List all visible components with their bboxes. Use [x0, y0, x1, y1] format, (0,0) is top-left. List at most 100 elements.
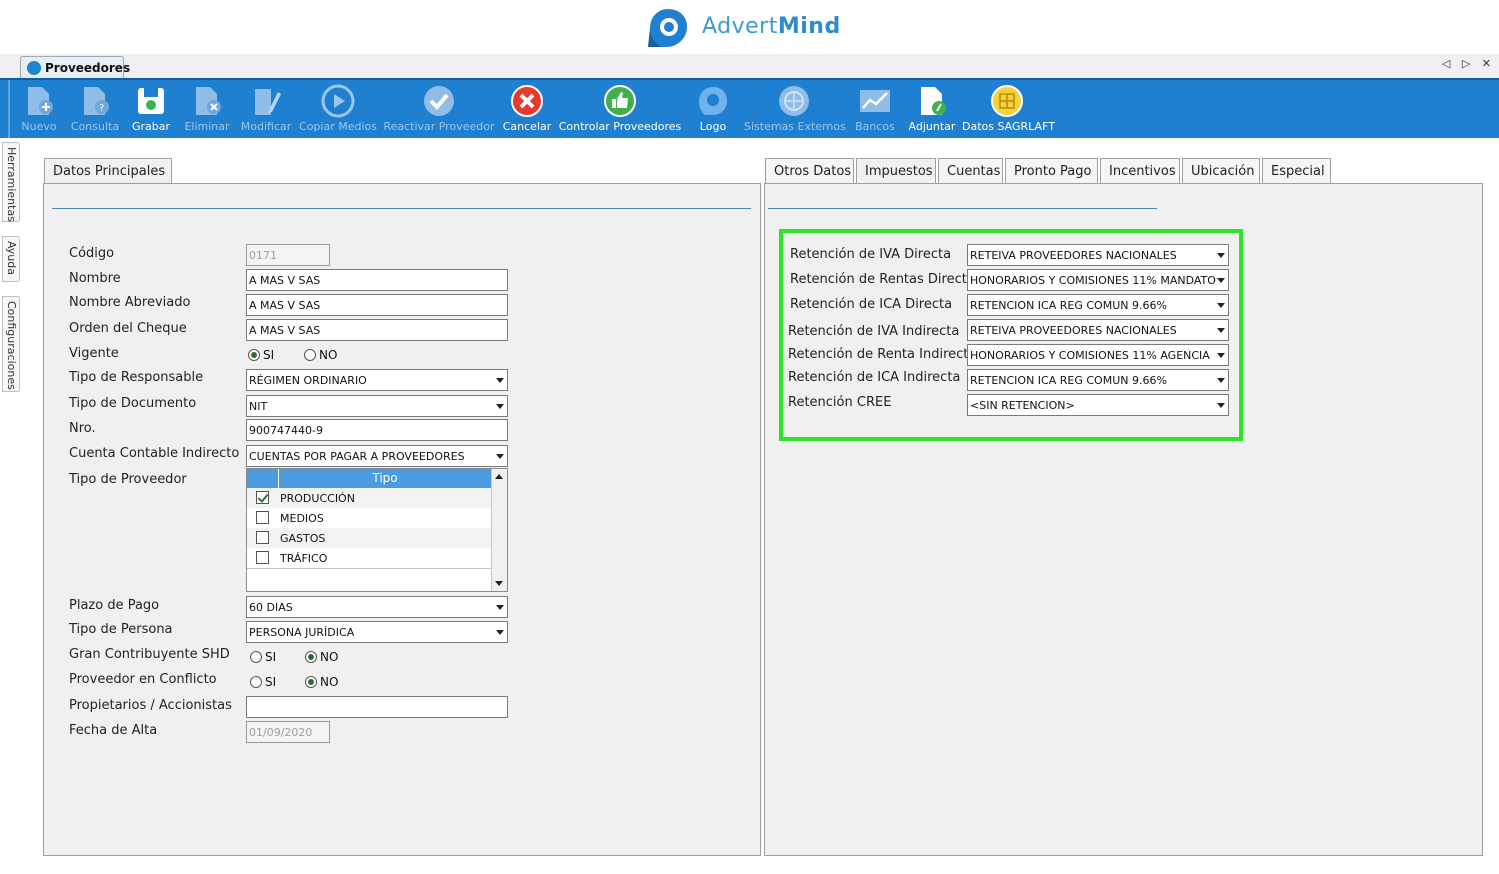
- checkbox[interactable]: [256, 551, 269, 564]
- advertmind-logo-icon: [648, 9, 687, 47]
- chevron-down-icon: [496, 378, 504, 383]
- attach-button[interactable]: Adjuntar: [906, 82, 958, 138]
- chevron-down-icon: [496, 630, 504, 635]
- tipo-persona-select[interactable]: PERSONA JURÍDICA: [246, 621, 508, 643]
- chart-icon: [860, 90, 890, 112]
- proveedor-conflicto-no-radio[interactable]: NO: [305, 675, 338, 689]
- tab-otros-datos[interactable]: Otros Datos: [765, 158, 854, 184]
- gran-contribuyente-si-radio[interactable]: SI: [250, 650, 276, 664]
- cancel-icon: [511, 85, 543, 117]
- consulta-button[interactable]: ? Consulta: [68, 82, 122, 138]
- plazo-pago-select[interactable]: 60 DIAS: [246, 596, 508, 618]
- window-tabstrip: Proveedores ◁ ▷ ✕: [0, 54, 1499, 78]
- label-tipo-proveedor: Tipo de Proveedor: [69, 472, 187, 487]
- tipo-responsable-select[interactable]: RÉGIMEN ORDINARIO: [246, 369, 508, 391]
- retenciones-highlight-box: [779, 229, 1243, 441]
- tipo-proveedor-grid: Tipo PRODUCCIÓN MEDIOS GASTOS TRÁFICO: [246, 468, 508, 592]
- play-icon: [321, 84, 355, 118]
- proveedor-conflicto-si-radio[interactable]: SI: [250, 675, 276, 689]
- window-tab-label: Proveedores: [45, 61, 131, 75]
- sidebar-tab-configuraciones[interactable]: Configuraciones: [2, 296, 20, 392]
- label-nombre-abreviado: Nombre Abreviado: [69, 295, 191, 310]
- grid-column-tipo[interactable]: Tipo: [280, 471, 490, 485]
- right-panel-divider: [768, 208, 1157, 209]
- label-cuenta-contable: Cuenta Contable Indirecto: [69, 446, 240, 461]
- nro-field[interactable]: 900747440-9: [246, 419, 508, 441]
- orden-cheque-field[interactable]: A MAS V SAS: [246, 319, 508, 341]
- checkbox[interactable]: [256, 531, 269, 544]
- checkbox[interactable]: [256, 491, 269, 504]
- label-tipo-responsable: Tipo de Responsable: [69, 370, 204, 385]
- window-controls[interactable]: ◁ ▷ ✕: [1442, 57, 1495, 70]
- sagrlaft-data-button[interactable]: Datos SAGRLAFT: [962, 82, 1055, 138]
- left-panel-divider: [52, 208, 751, 209]
- query-document-icon: ?: [84, 87, 109, 115]
- app-root: AdvertMind Proveedores ◁ ▷ ✕ Nuevo ? Con…: [0, 0, 1499, 874]
- tab-incentivos[interactable]: Incentivos: [1100, 158, 1180, 184]
- table-row[interactable]: TRÁFICO: [247, 548, 491, 568]
- arrow-down-icon: [495, 581, 503, 586]
- label-propietarios: Propietarios / Accionistas: [69, 698, 232, 713]
- label-tipo-persona: Tipo de Persona: [69, 622, 173, 637]
- gran-contribuyente-no-radio[interactable]: NO: [305, 650, 338, 664]
- tab-datos-principales[interactable]: Datos Principales: [44, 158, 172, 184]
- edit-icon: [255, 89, 281, 115]
- tab-pronto-pago[interactable]: Pronto Pago: [1005, 158, 1098, 184]
- window-tab-proveedores[interactable]: Proveedores: [20, 56, 130, 78]
- modify-button[interactable]: Modificar: [238, 82, 294, 138]
- tab-impuestos[interactable]: Impuestos: [856, 158, 936, 184]
- vigente-no-radio[interactable]: NO: [304, 348, 337, 362]
- label-nro: Nro.: [69, 421, 96, 436]
- label-vigente: Vigente: [69, 346, 119, 361]
- globe-icon: [779, 86, 809, 116]
- grid-header: Tipo: [247, 469, 491, 488]
- delete-button[interactable]: Eliminar: [184, 82, 230, 138]
- control-suppliers-button[interactable]: Controlar Proveedores: [558, 82, 682, 138]
- external-systems-button[interactable]: Sistemas Externos: [744, 82, 846, 138]
- brand-header: AdvertMind: [0, 0, 1499, 54]
- codigo-field: 0171: [246, 244, 330, 266]
- cuenta-contable-select[interactable]: CUENTAS POR PAGAR A PROVEEDORES: [246, 445, 508, 467]
- tab-especial[interactable]: Especial: [1262, 158, 1331, 184]
- app-logo-icon: [27, 61, 41, 75]
- reactivate-supplier-button[interactable]: Reactivar Proveedor: [382, 82, 496, 138]
- save-button[interactable]: Grabar: [130, 82, 172, 138]
- main-toolbar: Nuevo ? Consulta Grabar Eliminar Modific…: [0, 78, 1499, 138]
- label-codigo: Código: [69, 246, 115, 261]
- nombre-abreviado-field[interactable]: A MAS V SAS: [246, 294, 508, 316]
- checkbox[interactable]: [256, 511, 269, 524]
- label-orden-cheque: Orden del Cheque: [69, 321, 187, 336]
- brand-name: AdvertMind: [702, 14, 841, 39]
- cancel-button[interactable]: Cancelar: [500, 82, 554, 138]
- table-row[interactable]: MEDIOS: [247, 508, 491, 528]
- vigente-si-radio[interactable]: SI: [248, 348, 274, 362]
- copy-media-button[interactable]: Copiar Medios: [298, 82, 378, 138]
- label-plazo-pago: Plazo de Pago: [69, 598, 160, 613]
- fecha-alta-field: 01/09/2020: [246, 721, 330, 743]
- sidebar-tab-herramientas[interactable]: Herramientas: [2, 142, 20, 222]
- tab-cuentas[interactable]: Cuentas: [938, 158, 1003, 184]
- attach-icon: [921, 87, 946, 115]
- banks-button[interactable]: Bancos: [852, 82, 898, 138]
- label-nombre: Nombre: [69, 271, 121, 286]
- delete-document-icon: [196, 87, 221, 115]
- grid-icon: [991, 85, 1023, 117]
- tipo-documento-select[interactable]: NIT: [246, 395, 508, 417]
- nombre-field[interactable]: A MAS V SAS: [246, 269, 508, 291]
- logo-button[interactable]: Logo: [694, 82, 732, 138]
- chevron-down-icon: [496, 454, 504, 459]
- grid-scrollbar[interactable]: [491, 469, 507, 591]
- propietarios-field[interactable]: [246, 696, 508, 718]
- table-row[interactable]: GASTOS: [247, 528, 491, 548]
- tab-ubicacion[interactable]: Ubicación: [1182, 158, 1260, 184]
- sidebar-tab-ayuda[interactable]: Ayuda: [2, 236, 20, 282]
- label-gran-contribuyente: Gran Contribuyente SHD: [69, 647, 230, 662]
- save-icon: [138, 88, 164, 114]
- svg-text:?: ?: [99, 103, 104, 114]
- logo-icon: [699, 87, 727, 115]
- new-button[interactable]: Nuevo: [20, 82, 58, 138]
- chevron-down-icon: [496, 605, 504, 610]
- label-tipo-documento: Tipo de Documento: [69, 396, 197, 411]
- table-row[interactable]: PRODUCCIÓN: [247, 488, 491, 508]
- thumbs-up-icon: [604, 85, 636, 117]
